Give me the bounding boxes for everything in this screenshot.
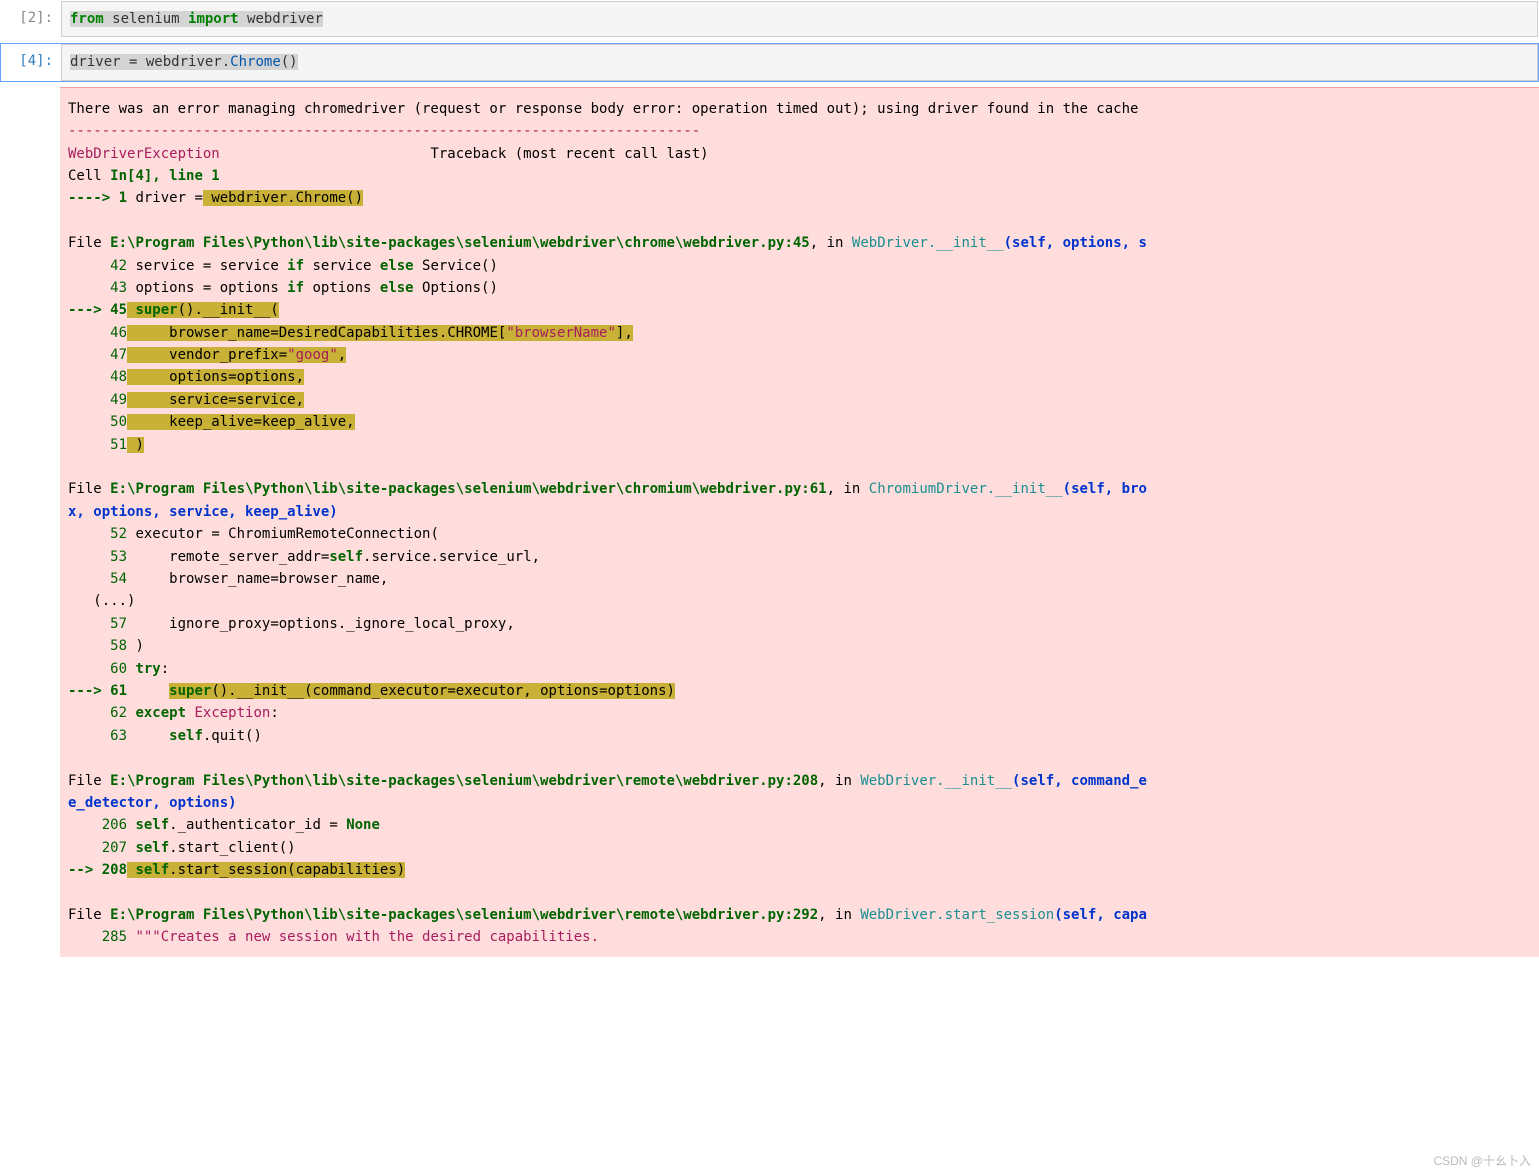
error-output: There was an error managing chromedriver… <box>60 87 1539 957</box>
exception-name: WebDriverException <box>68 146 220 162</box>
error-output-wrap: There was an error managing chromedriver… <box>0 87 1539 957</box>
watermark: CSDN @十幺卜入 <box>1433 1152 1531 1171</box>
cell-prompt-1: [2]: <box>1 1 61 37</box>
cell-prompt-2: [4]: <box>1 44 61 80</box>
code-input-1[interactable]: from selenium import webdriver <box>61 1 1538 37</box>
error-separator: ----------------------------------------… <box>68 123 700 139</box>
code-cell-1[interactable]: [2]: from selenium import webdriver <box>0 0 1539 38</box>
error-message: There was an error managing chromedriver… <box>68 101 1138 117</box>
code-cell-2[interactable]: [4]: driver = webdriver.Chrome() <box>0 43 1539 81</box>
code-input-2[interactable]: driver = webdriver.Chrome() <box>61 44 1538 80</box>
